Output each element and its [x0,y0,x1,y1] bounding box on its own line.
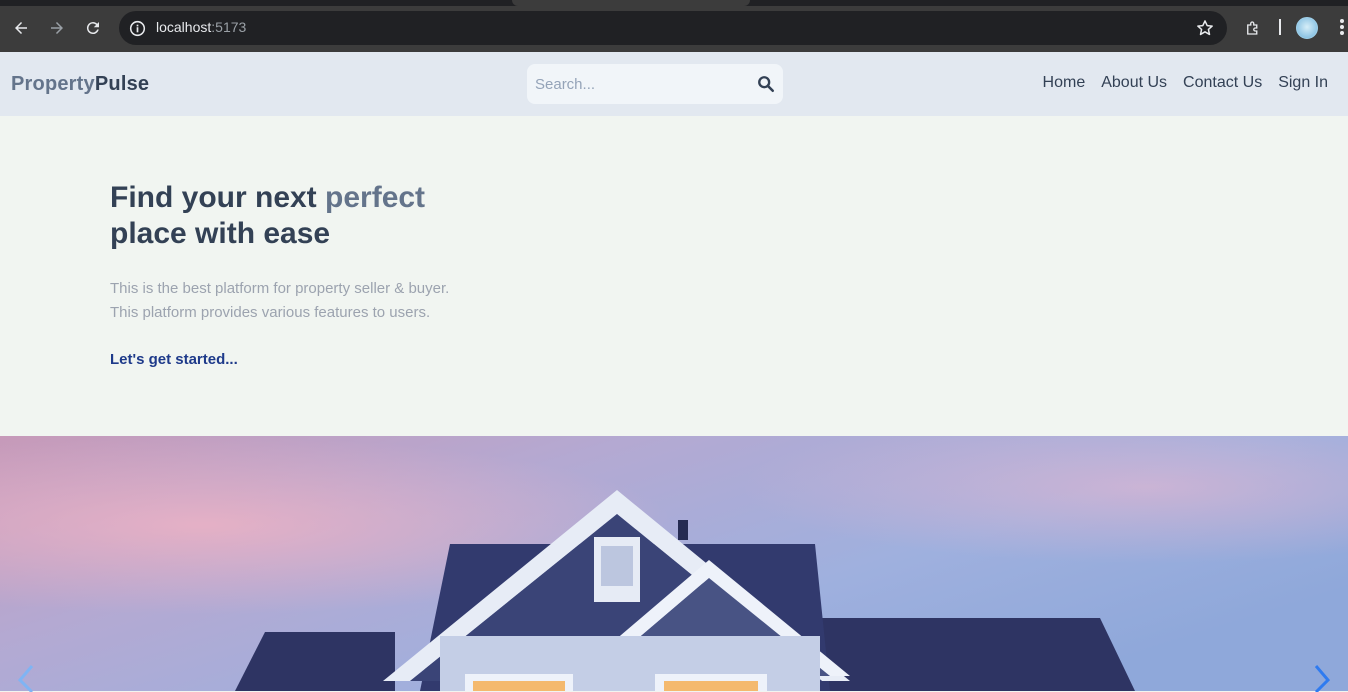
extensions-icon[interactable] [1239,14,1267,42]
main-nav: Home About Us Contact Us Sign In [1043,74,1328,92]
get-started-link[interactable]: Let's get started... [110,351,238,368]
info-icon[interactable] [127,18,147,38]
hero-description: This is the best platform for property s… [110,280,450,321]
toolbar-divider [1279,19,1281,35]
nav-home[interactable]: Home [1043,74,1086,92]
forward-icon[interactable] [43,14,71,42]
nav-about-us[interactable]: About Us [1101,74,1167,92]
hero-title: Find your next perfect place with ease [110,181,426,250]
star-icon[interactable] [1195,18,1215,38]
nav-sign-in[interactable]: Sign In [1278,74,1328,92]
hero-banner-image [0,436,1348,691]
prev-arrow-icon[interactable] [8,662,38,692]
address-bar[interactable]: localhost:5173 [119,11,1227,45]
profile-avatar[interactable] [1296,17,1318,39]
kebab-menu-icon[interactable] [1336,18,1348,38]
logo[interactable]: PropertyPulse [11,73,149,96]
search-input[interactable] [527,64,755,104]
nav-contact-us[interactable]: Contact Us [1183,74,1262,92]
next-arrow-icon[interactable] [1310,662,1340,692]
site-header: PropertyPulse Home About Us Contact Us S… [0,52,1348,116]
browser-toolbar: localhost:5173 [0,0,1348,52]
hero-section: Find your next perfect place with ease T… [0,116,1348,436]
url-text: localhost:5173 [156,19,247,35]
back-icon[interactable] [7,14,35,42]
hero-title-highlight: perfect [325,181,426,214]
tab-strip [0,0,1348,6]
search-icon[interactable] [757,75,775,93]
reload-icon[interactable] [79,14,107,42]
search-box [527,64,783,104]
